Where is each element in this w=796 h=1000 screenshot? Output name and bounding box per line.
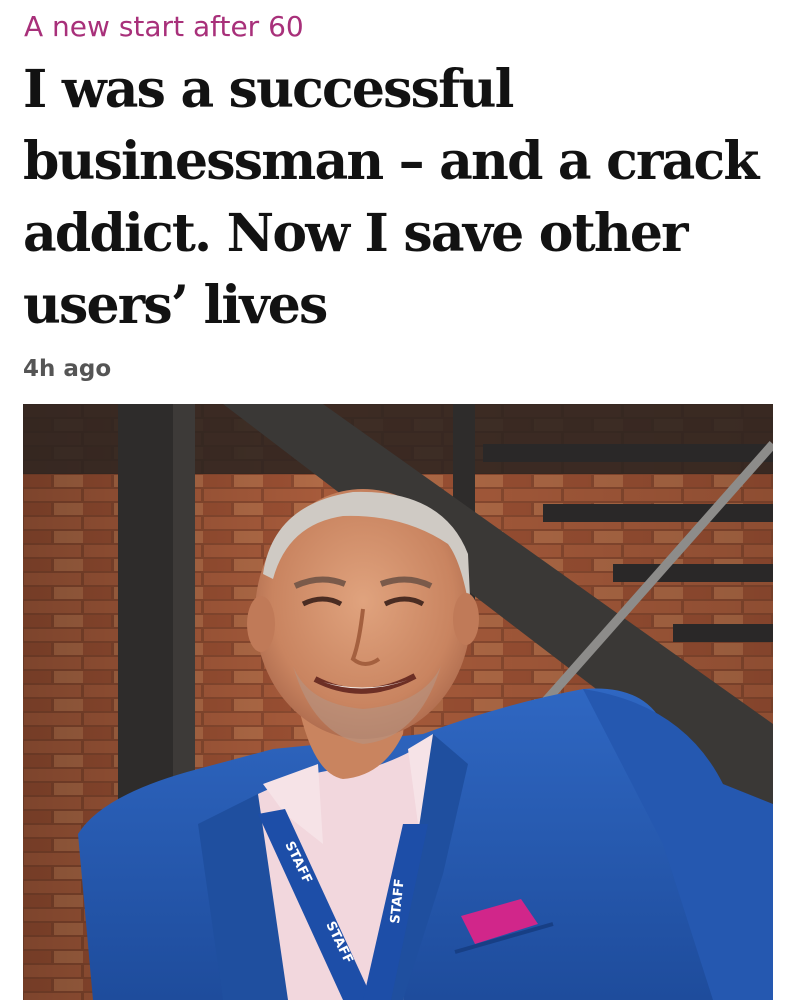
article-timestamp: 4h ago (23, 356, 112, 382)
article-headline[interactable]: I was a successful businessman – and a c… (23, 54, 783, 342)
article-card[interactable]: A new start after 60 I was a successful … (0, 0, 796, 1000)
article-photo[interactable]: STAFF STAFF STAFF (23, 404, 773, 1000)
article-kicker[interactable]: A new start after 60 (24, 8, 304, 46)
